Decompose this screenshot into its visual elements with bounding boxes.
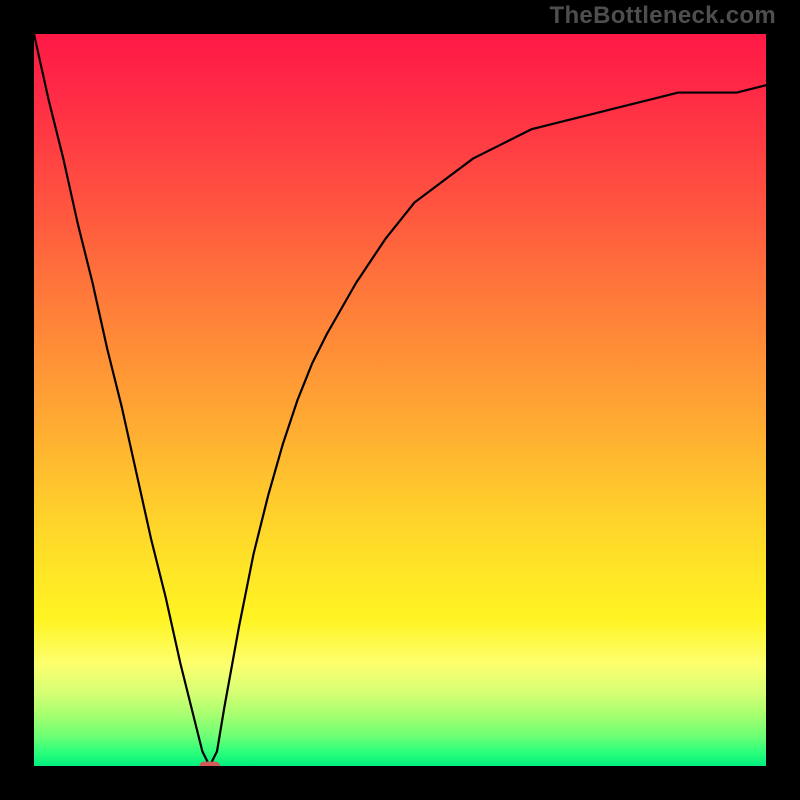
curve-svg	[34, 34, 766, 766]
bottleneck-curve	[34, 34, 766, 766]
plot-area	[34, 34, 766, 766]
watermark-label: TheBottleneck.com	[550, 2, 776, 30]
optimum-marker-pill	[199, 762, 220, 766]
chart-root: TheBottleneck.com	[0, 0, 800, 800]
